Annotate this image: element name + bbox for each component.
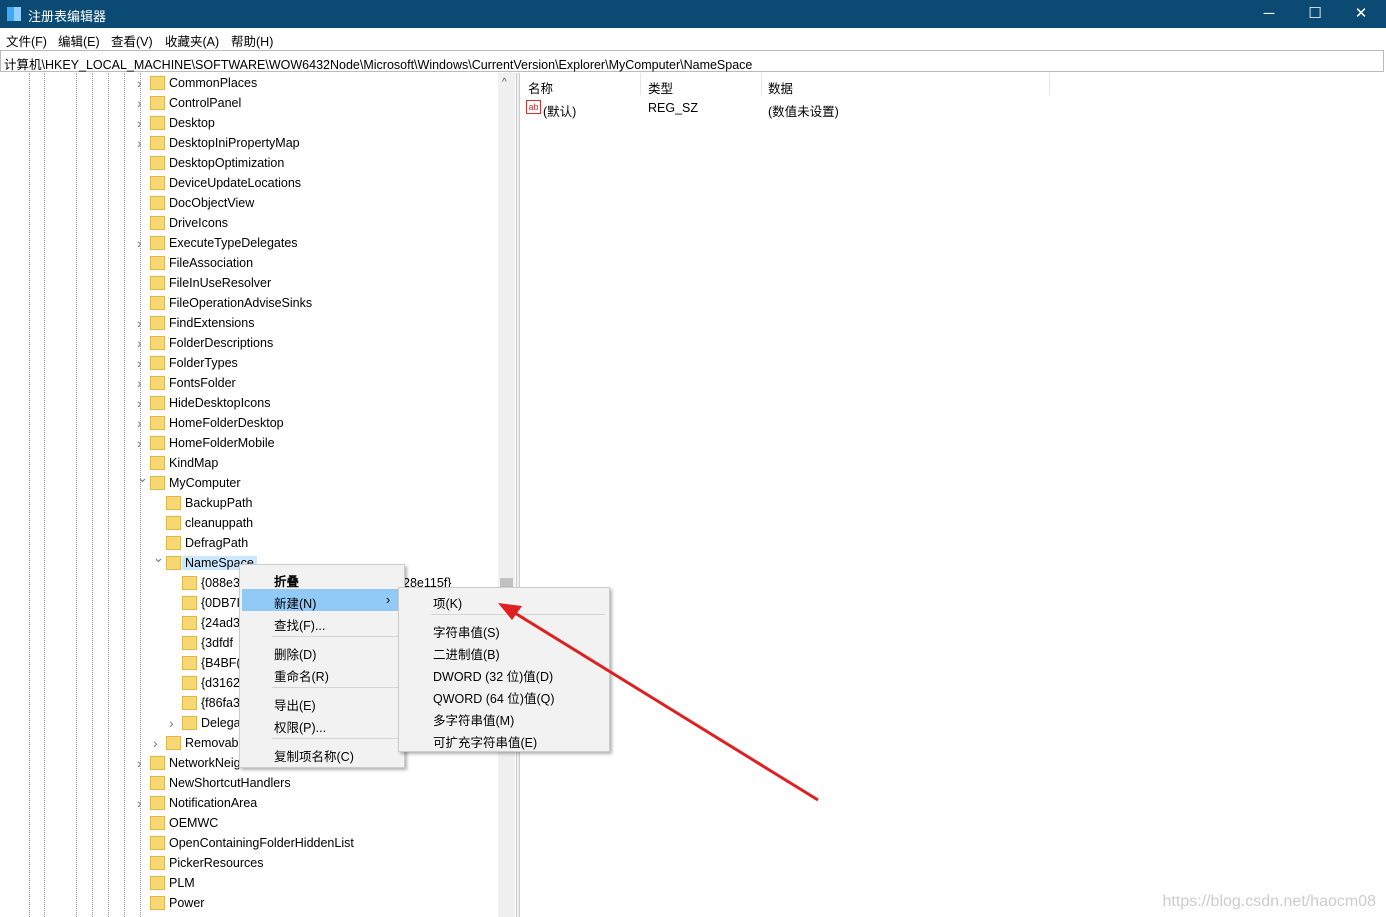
annotation-arrow [498,603,819,802]
watermark: https://blog.csdn.net/haocm08 [1162,893,1376,910]
